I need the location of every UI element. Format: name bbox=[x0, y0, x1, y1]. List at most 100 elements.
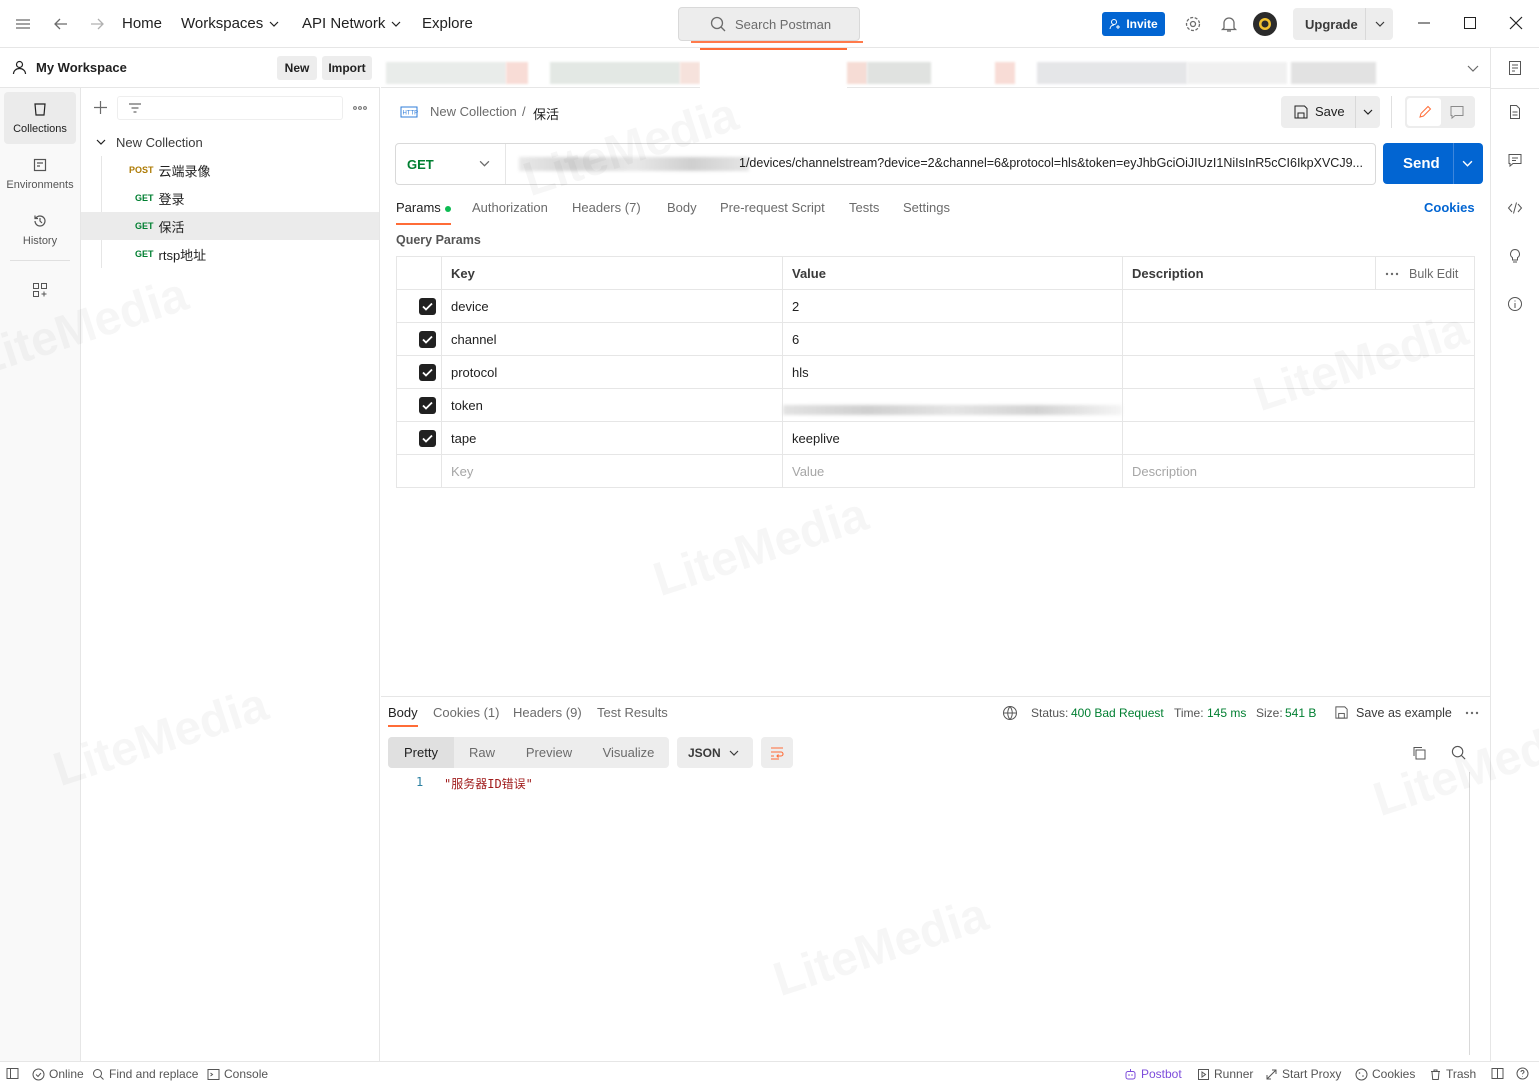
nav-explore[interactable]: Explore bbox=[422, 15, 473, 32]
tabs-dropdown-chevron-icon[interactable] bbox=[1466, 61, 1480, 75]
online-status[interactable]: Online bbox=[32, 1067, 84, 1081]
param-value[interactable]: keeplive bbox=[782, 422, 1122, 455]
request-item[interactable]: GET rtsp地址 bbox=[81, 240, 379, 268]
request-item-selected[interactable]: GET 保活 bbox=[81, 212, 379, 240]
response-body-line[interactable]: "服务器ID错误" bbox=[444, 775, 533, 792]
nav-api-network[interactable]: API Network bbox=[302, 15, 401, 32]
more-options-icon[interactable] bbox=[353, 101, 367, 115]
new-param-key-input[interactable]: Key bbox=[441, 455, 782, 488]
language-select[interactable]: JSON bbox=[677, 737, 753, 768]
format-raw[interactable]: Raw bbox=[454, 737, 510, 768]
response-tab-test-results[interactable]: Test Results bbox=[597, 705, 668, 720]
new-param-value-input[interactable]: Value bbox=[782, 455, 1122, 488]
save-button[interactable]: Save bbox=[1281, 96, 1380, 128]
settings-gear-icon[interactable] bbox=[1184, 15, 1202, 33]
param-value[interactable]: hls bbox=[782, 356, 1122, 389]
tab-blurred[interactable] bbox=[1291, 62, 1376, 84]
tab-active[interactable] bbox=[700, 48, 847, 88]
tab-settings[interactable]: Settings bbox=[903, 200, 950, 215]
find-replace-button[interactable]: Find and replace bbox=[92, 1067, 198, 1081]
breadcrumb-request-name[interactable]: 保活 bbox=[533, 104, 559, 123]
param-value[interactable]: 2 bbox=[782, 290, 1122, 323]
send-button[interactable]: Send bbox=[1383, 143, 1483, 184]
close-window-icon[interactable] bbox=[1508, 15, 1524, 31]
new-param-description-input[interactable]: Description bbox=[1122, 455, 1474, 488]
rail-history[interactable]: History bbox=[4, 204, 76, 256]
notifications-bell-icon[interactable] bbox=[1220, 15, 1238, 33]
help-icon[interactable] bbox=[1516, 1067, 1529, 1080]
tab-blurred[interactable] bbox=[1037, 62, 1187, 84]
editor-scrollbar[interactable] bbox=[1469, 772, 1470, 1055]
tab-blurred[interactable] bbox=[550, 62, 680, 84]
param-key[interactable]: tape bbox=[441, 422, 782, 455]
new-button[interactable]: New bbox=[277, 56, 317, 80]
param-value[interactable]: 6 bbox=[782, 323, 1122, 356]
tab-blurred[interactable] bbox=[867, 62, 931, 84]
request-item[interactable]: GET 登录 bbox=[81, 184, 379, 212]
filter-input[interactable] bbox=[117, 96, 343, 120]
tab-tests[interactable]: Tests bbox=[849, 200, 879, 215]
method-select[interactable]: GET bbox=[396, 144, 506, 184]
avatar[interactable] bbox=[1253, 12, 1277, 36]
tab-params[interactable]: Params bbox=[396, 200, 451, 225]
tab-blurred[interactable] bbox=[1187, 62, 1287, 84]
edit-comment-toggle[interactable] bbox=[1405, 96, 1475, 128]
cookies-link[interactable]: Cookies bbox=[1424, 200, 1475, 215]
code-icon[interactable] bbox=[1507, 200, 1523, 216]
param-description[interactable] bbox=[1122, 389, 1474, 422]
info-icon[interactable] bbox=[1507, 296, 1523, 312]
param-description[interactable] bbox=[1122, 323, 1474, 356]
menu-icon[interactable] bbox=[14, 15, 32, 33]
minimize-window-icon[interactable] bbox=[1416, 15, 1432, 31]
param-key[interactable]: channel bbox=[441, 323, 782, 356]
bulk-edit-cell[interactable]: Bulk Edit bbox=[1375, 257, 1474, 290]
runner-button[interactable]: Runner bbox=[1197, 1067, 1253, 1081]
format-pretty[interactable]: Pretty bbox=[388, 737, 454, 768]
param-checkbox[interactable] bbox=[419, 364, 436, 381]
tab-blurred[interactable] bbox=[506, 62, 528, 84]
upgrade-button[interactable]: Upgrade bbox=[1293, 8, 1393, 40]
trash-button[interactable]: Trash bbox=[1429, 1067, 1476, 1081]
rail-collections[interactable]: Collections bbox=[4, 92, 76, 144]
toggle-sidebar-icon[interactable] bbox=[6, 1067, 19, 1080]
environment-quick-look-icon[interactable] bbox=[1507, 60, 1523, 76]
documentation-icon[interactable] bbox=[1507, 104, 1523, 120]
size-value[interactable]: 541 B bbox=[1285, 706, 1316, 720]
param-checkbox[interactable] bbox=[419, 298, 436, 315]
save-as-example-button[interactable]: Save as example bbox=[1356, 706, 1452, 720]
lightbulb-icon[interactable] bbox=[1507, 248, 1523, 264]
add-icon[interactable] bbox=[93, 100, 108, 115]
two-pane-view-icon[interactable] bbox=[1491, 1067, 1504, 1080]
tab-blurred[interactable] bbox=[680, 62, 700, 84]
param-checkbox[interactable] bbox=[419, 397, 436, 414]
response-tab-body[interactable]: Body bbox=[388, 705, 418, 727]
url-input[interactable]: 1/devices/channelstream?device=2&channel… bbox=[506, 144, 1375, 184]
start-proxy-button[interactable]: Start Proxy bbox=[1265, 1067, 1341, 1081]
forward-arrow-icon[interactable] bbox=[88, 15, 106, 33]
console-button[interactable]: Console bbox=[207, 1067, 268, 1081]
breadcrumb-collection[interactable]: New Collection bbox=[430, 104, 517, 119]
tab-blurred[interactable] bbox=[995, 62, 1015, 84]
invite-button[interactable]: Invite bbox=[1102, 12, 1165, 36]
status-badge[interactable]: 400 Bad Request bbox=[1071, 706, 1164, 720]
tab-body[interactable]: Body bbox=[667, 200, 697, 215]
back-arrow-icon[interactable] bbox=[52, 15, 70, 33]
response-tab-headers[interactable]: Headers (9) bbox=[513, 705, 582, 720]
param-checkbox[interactable] bbox=[419, 331, 436, 348]
format-visualize[interactable]: Visualize bbox=[588, 737, 669, 768]
request-item[interactable]: POST 云端录像 bbox=[81, 156, 379, 184]
wrap-lines-button[interactable] bbox=[761, 737, 793, 768]
param-description[interactable] bbox=[1122, 422, 1474, 455]
param-key[interactable]: token bbox=[441, 389, 782, 422]
import-button[interactable]: Import bbox=[322, 56, 372, 80]
param-value-redacted[interactable] bbox=[782, 389, 1122, 422]
tab-blurred[interactable] bbox=[386, 62, 506, 84]
copy-icon[interactable] bbox=[1411, 745, 1427, 761]
search-icon[interactable] bbox=[1451, 745, 1467, 761]
param-description[interactable] bbox=[1122, 356, 1474, 389]
nav-workspaces[interactable]: Workspaces bbox=[181, 15, 279, 32]
tab-blurred[interactable] bbox=[847, 62, 867, 84]
response-tab-cookies[interactable]: Cookies (1) bbox=[433, 705, 499, 720]
param-checkbox[interactable] bbox=[419, 430, 436, 447]
comments-icon[interactable] bbox=[1507, 152, 1523, 168]
